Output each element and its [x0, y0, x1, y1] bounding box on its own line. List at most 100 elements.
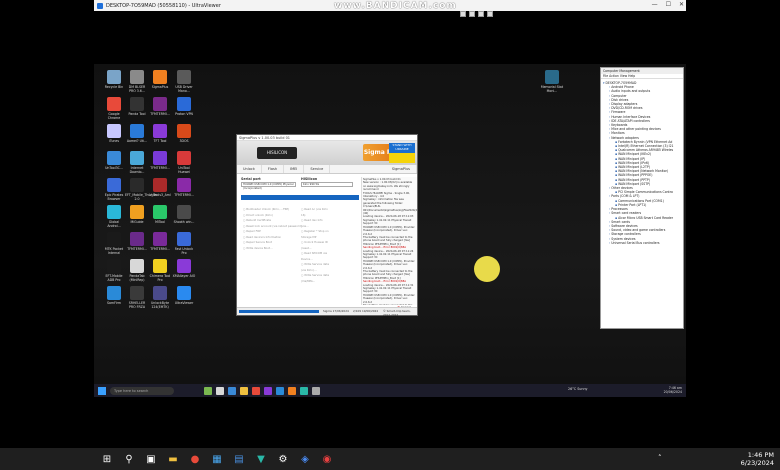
- desktop-icon[interactable]: Memorial Stat Moni...: [540, 70, 564, 93]
- remote-date: 20/06/2024: [663, 390, 682, 394]
- proton-vpn-icon[interactable]: ▼: [254, 452, 268, 466]
- desktop-icon[interactable]: Chimera Tool Pro: [148, 259, 172, 282]
- app-icon: [153, 70, 167, 84]
- task-view-icon[interactable]: ▣: [144, 452, 158, 466]
- record-icon[interactable]: ◉: [320, 452, 334, 466]
- search-icon[interactable]: ⚲: [122, 452, 136, 466]
- desktop-icon[interactable]: Epic Pirates Browser: [102, 178, 126, 201]
- remote-taskbar: Type here to search 26°C Sunny 7:46 am 2…: [94, 384, 686, 397]
- tab-service[interactable]: Service: [304, 165, 331, 173]
- desktop-icon[interactable]: UnlockByte 124(EMTK): [148, 286, 172, 309]
- hisilicon-select[interactable]: Kirin 990 5G: [301, 182, 353, 187]
- desktop-icon[interactable]: DM BLSER PRO 3.6...: [125, 70, 149, 93]
- desktop-icon[interactable]: Recycle Bin: [102, 70, 126, 89]
- toolbar-chat-icon[interactable]: [460, 11, 466, 17]
- app-icon: [153, 178, 167, 192]
- desktop-icon[interactable]: TFMTERMI...: [148, 151, 172, 170]
- desktop-icon[interactable]: SamFirm: [102, 286, 126, 305]
- log-line: New version : 1.00.03(02) is available o…: [363, 181, 413, 192]
- remote-search-input[interactable]: Type here to search: [110, 386, 174, 395]
- desktop-icon[interactable]: Global Androi...: [102, 205, 126, 228]
- app-icon: [130, 286, 144, 300]
- option-radio[interactable]: ○ Unlock Huawei ID (reset...: [301, 240, 329, 251]
- desktop-icon[interactable]: Google Chrome: [102, 97, 126, 120]
- desktop-icon[interactable]: UniTool Huawei: [172, 151, 196, 174]
- desktop-icon[interactable]: iTunes: [102, 124, 126, 143]
- remote-app-icon[interactable]: [252, 386, 260, 395]
- option-radio[interactable]: ○ Write device Boot...: [243, 246, 302, 252]
- desktop-icon[interactable]: TFMTERMI...: [172, 178, 196, 197]
- remote-app-icon[interactable]: [204, 386, 212, 395]
- device-tree-item[interactable]: › Universal Serial Bus controllers: [603, 241, 681, 245]
- desktop-icon[interactable]: PandaTab (MiniRep): [125, 259, 149, 282]
- desktop-icon[interactable]: XMAllayer AIO: [172, 259, 196, 278]
- desktop-icon[interactable]: Panda Tool: [125, 97, 149, 116]
- desktop-icon[interactable]: TFMTERMI...: [148, 97, 172, 116]
- desktop-icon[interactable]: SRHELLER PRO FRZA: [125, 286, 149, 309]
- store-icon[interactable]: ▦: [210, 452, 224, 466]
- remote-app-icon[interactable]: [264, 386, 272, 395]
- remote-app-icon[interactable]: [240, 386, 248, 395]
- remote-app-icon[interactable]: [300, 386, 308, 395]
- desktop-icon[interactable]: Fast Unlock Pro: [172, 232, 196, 255]
- windows-start-icon[interactable]: ⊞: [100, 452, 114, 466]
- tab-unlock[interactable]: Unlock: [237, 165, 262, 173]
- maximize-button[interactable]: ☐: [666, 1, 671, 8]
- remote-app-icon[interactable]: [216, 386, 224, 395]
- desktop-icon[interactable]: EFT_Mobile_Thunder 2.0: [125, 178, 158, 201]
- desktop-icon[interactable]: U_Tools3_Aml: [148, 178, 172, 197]
- desktop-icon-label: iTunes: [108, 139, 119, 143]
- desktop-icon[interactable]: Proton VPN: [172, 97, 196, 116]
- tab-flash[interactable]: Flash: [262, 165, 285, 173]
- desktop-icon[interactable]: Internet Downlo...: [125, 151, 149, 174]
- close-button[interactable]: ✕: [679, 1, 684, 8]
- option-radio[interactable]: ○ Read dev Info (via...: [301, 218, 329, 229]
- desktop-icon-label: SamFirm: [107, 301, 121, 305]
- option-radio[interactable]: ○ Write Service data (Via/MPA...: [301, 273, 329, 284]
- option-radio[interactable]: ○ Read SPICOM via Device...: [301, 251, 329, 262]
- desktop-icon[interactable]: TFT Tool: [148, 124, 172, 143]
- desktop-icon[interactable]: UltraViewer: [172, 286, 196, 305]
- remote-app-icon[interactable]: [276, 386, 284, 395]
- device-label: Universal Serial Bus controllers: [611, 240, 660, 245]
- ultraviewer-icon[interactable]: ◈: [298, 452, 312, 466]
- file-explorer-icon[interactable]: ▬: [166, 452, 180, 466]
- desktop-icon[interactable]: Aomei? Uti...: [125, 124, 149, 143]
- toolbar-settings-icon[interactable]: [478, 11, 484, 17]
- desktop-icon[interactable]: EFT-Mobile ADB Pro: [102, 259, 126, 282]
- chrome-icon[interactable]: ●: [188, 452, 202, 466]
- remote-app-icon[interactable]: [228, 386, 236, 395]
- desktop-icon[interactable]: MiGuide: [125, 205, 149, 224]
- tab-imei[interactable]: IMEI: [284, 165, 305, 173]
- remote-app-icon[interactable]: [288, 386, 296, 395]
- app-icon: [177, 97, 191, 111]
- desktop-icon[interactable]: 3DOS: [172, 124, 196, 143]
- desktop-icon-label: Epic Pirates Browser: [104, 193, 124, 201]
- serial-port-select[interactable]: HUAWEI USB COM 1.0 (COM5) Physical (Inco…: [241, 182, 296, 190]
- remote-app-icon[interactable]: [312, 386, 320, 395]
- tab-sigmaplus[interactable]: SigmaPlus: [386, 165, 417, 173]
- settings-icon[interactable]: ⚙: [276, 452, 290, 466]
- desktop-icon[interactable]: TFMTERMI...: [148, 232, 172, 251]
- desktop-icon[interactable]: MiTool: [148, 205, 172, 224]
- option-radio[interactable]: ○ Write Service data (via Kirin)...: [301, 262, 329, 273]
- minimize-button[interactable]: —: [652, 1, 658, 8]
- desktop-icon[interactable]: SigmaPlus: [148, 70, 172, 89]
- desktop-icon[interactable]: TFMTERMI...: [125, 232, 149, 251]
- option-radio[interactable]: ○ Read Ac (via Kirin 16): [301, 207, 329, 218]
- desktop-icon-label: Fast Unlock Pro: [174, 247, 194, 255]
- sigmaplus-header: HISILICON Sigma PLUS STAND WITH UKRAINE: [237, 141, 417, 165]
- taskbar-clock[interactable]: 1:46 PM 6/23/2024: [741, 451, 774, 467]
- desktop-icon[interactable]: Shooth win...: [172, 205, 196, 224]
- remote-start-icon[interactable]: [98, 386, 106, 395]
- chevron-up-icon[interactable]: ˄: [658, 454, 662, 462]
- app-icon: [153, 286, 167, 300]
- option-radio[interactable]: ○ Register * Stop on Storage MP: [301, 229, 329, 240]
- mail-icon[interactable]: ▤: [232, 452, 246, 466]
- desktop-icon[interactable]: UnTool3C...: [102, 151, 126, 170]
- desktop-icon[interactable]: USB Driver Mano...: [172, 70, 196, 93]
- toolbar-file-icon[interactable]: [469, 11, 475, 17]
- app-icon: [130, 151, 144, 165]
- desktop-icon[interactable]: MTK Pocket Internal: [102, 232, 126, 255]
- toolbar-fullscreen-icon[interactable]: [487, 11, 493, 17]
